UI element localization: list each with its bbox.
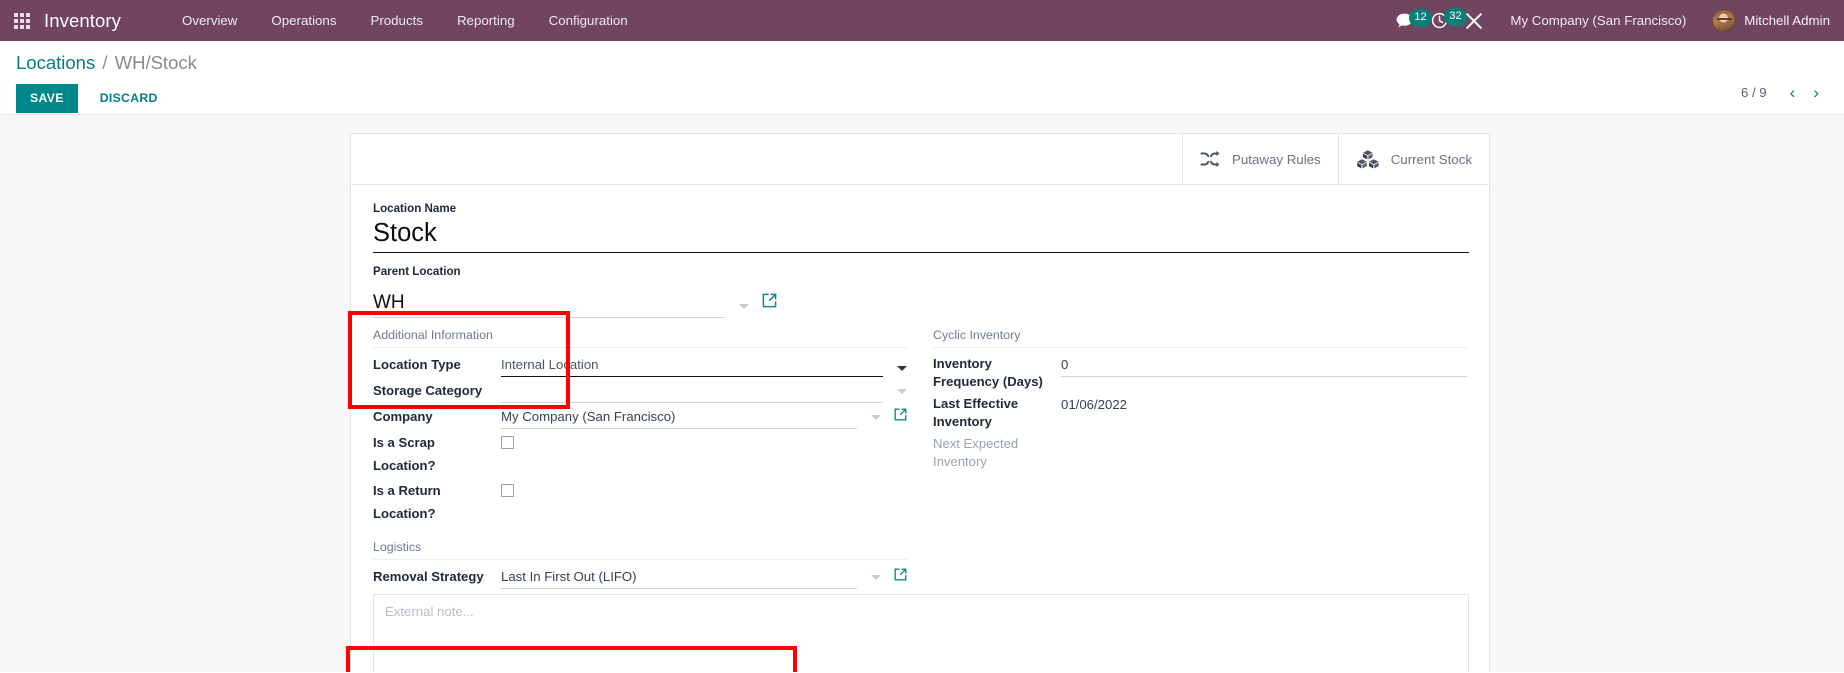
field-row-next-expected-inventory: Next Expected Inventory (933, 432, 1467, 472)
parent-location-row (373, 290, 1467, 318)
field-label: Storage Category (373, 383, 483, 398)
group-title: Additional Information (373, 328, 907, 348)
chevron-right-icon[interactable]: › (1804, 82, 1828, 103)
field-row-storage-category: Storage Category (373, 378, 907, 404)
chevron-left-icon[interactable]: ‹ (1781, 82, 1805, 103)
field-label: Removal Strategy (373, 569, 484, 584)
group-title: Cyclic Inventory (933, 328, 1467, 348)
activities-count-badge: 32 (1444, 8, 1467, 26)
save-button[interactable]: SAVE (16, 84, 78, 113)
last-effective-inventory-value: 01/06/2022 (1061, 397, 1128, 412)
external-link-icon[interactable] (762, 293, 777, 313)
shuffle-icon (1200, 150, 1221, 168)
group-row-2: Logistics Removal Strategy (351, 526, 1489, 590)
external-link-icon[interactable] (894, 408, 907, 426)
chevron-down-icon[interactable] (739, 304, 749, 309)
field-label: Location Type (373, 357, 461, 372)
field-label: Is a Return Location? (373, 483, 441, 521)
menu-item-configuration[interactable]: Configuration (532, 0, 645, 41)
breadcrumb: Locations / WH/Stock (16, 50, 1828, 76)
storage-category-input[interactable] (501, 379, 883, 403)
stat-button-current-stock[interactable]: Current Stock (1337, 134, 1489, 184)
is-scrap-location-checkbox[interactable] (501, 436, 514, 449)
field-row-company: Company (373, 404, 907, 430)
group-logistics: Logistics Removal Strategy (373, 540, 907, 590)
external-link-icon[interactable] (894, 568, 907, 586)
app-brand-inventory[interactable]: Inventory (44, 10, 121, 32)
external-note-input[interactable]: External note... (373, 594, 1469, 672)
record-actions: SAVE DISCARD (16, 84, 1828, 113)
developer-tools-menu[interactable] (1466, 12, 1483, 29)
chevron-down-icon[interactable] (897, 366, 907, 371)
chevron-down-icon[interactable] (871, 575, 881, 580)
field-label: Company (373, 409, 433, 424)
messages-count-badge: 12 (1409, 9, 1432, 27)
chevron-down-icon[interactable] (871, 415, 881, 420)
messages-menu[interactable]: 12 (1396, 9, 1432, 28)
location-type-select[interactable] (501, 353, 883, 377)
control-panel: Locations / WH/Stock SAVE DISCARD 6 / 9 … (0, 41, 1844, 115)
top-navbar: Inventory Overview Operations Products R… (0, 0, 1844, 41)
stat-button-putaway-rules[interactable]: Putaway Rules (1182, 134, 1338, 184)
field-label: Is a Scrap Location? (373, 435, 436, 473)
breadcrumb-separator: / (102, 52, 108, 73)
menu-item-overview[interactable]: Overview (165, 0, 254, 41)
field-row-inventory-frequency: Inventory Frequency (Days) (933, 352, 1467, 392)
menu-item-products[interactable]: Products (353, 0, 439, 41)
avatar (1712, 9, 1736, 32)
group-cyclic-inventory: Cyclic Inventory Inventory Frequency (Da… (933, 328, 1467, 526)
parent-location-input[interactable] (373, 290, 725, 318)
breadcrumb-item-locations[interactable]: Locations (16, 52, 95, 73)
form-sheet: Putaway Rules Current Stock Location Nam… (350, 133, 1490, 672)
company-input[interactable] (501, 405, 857, 429)
field-label: Inventory Frequency (Days) (933, 356, 1043, 389)
title-zone: Location Name Parent Location (351, 185, 1489, 322)
location-name-label: Location Name (373, 202, 457, 215)
menu-item-operations[interactable]: Operations (254, 0, 353, 41)
user-menu[interactable]: Mitchell Admin (1712, 9, 1830, 32)
wrench-tools-icon (1466, 12, 1483, 29)
note-zone: External note... (351, 590, 1489, 672)
group-logistics-spacer (933, 540, 1467, 590)
menu-item-reporting[interactable]: Reporting (440, 0, 532, 41)
record-pager: 6 / 9 ‹ › (1741, 82, 1828, 103)
company-switcher[interactable]: My Company (San Francisco) (1510, 13, 1686, 28)
field-row-location-type: Location Type (373, 352, 907, 378)
stat-button-label: Current Stock (1390, 151, 1472, 167)
main-menu: Overview Operations Products Reporting C… (165, 0, 645, 41)
field-label: Next Expected Inventory (933, 436, 1019, 469)
field-row-is-return-location: Is a Return Location? (373, 478, 907, 526)
field-row-removal-strategy: Removal Strategy (373, 564, 907, 590)
navbar-right-tools: 12 32 My Company (San Francisco) Mitchel… (1396, 0, 1844, 41)
parent-location-label: Parent Location (373, 265, 461, 278)
location-name-input[interactable] (373, 217, 1469, 253)
group-title: Logistics (373, 540, 907, 560)
form-view: Putaway Rules Current Stock Location Nam… (0, 115, 1844, 672)
discard-button[interactable]: DISCARD (86, 84, 172, 113)
apps-grid-icon[interactable] (0, 0, 44, 41)
group-row-1: Additional Information Location Type Sto… (351, 322, 1489, 526)
boxes-stack-icon (1356, 149, 1380, 169)
user-name-label: Mitchell Admin (1744, 13, 1830, 28)
field-row-last-effective-inventory: Last Effective Inventory 01/06/2022 (933, 392, 1467, 432)
stat-button-label: Putaway Rules (1232, 151, 1321, 167)
pager-count-label: 6 / 9 (1740, 85, 1767, 100)
is-return-location-checkbox[interactable] (501, 484, 514, 497)
field-row-is-scrap-location: Is a Scrap Location? (373, 430, 907, 478)
field-label: Last Effective Inventory (933, 396, 1019, 429)
activities-menu[interactable]: 32 (1431, 8, 1467, 29)
stat-button-box: Putaway Rules Current Stock (351, 134, 1489, 185)
removal-strategy-input[interactable] (501, 565, 857, 589)
chevron-down-icon[interactable] (897, 389, 907, 394)
group-additional-information: Additional Information Location Type Sto… (373, 328, 907, 526)
breadcrumb-item-current: WH/Stock (114, 52, 197, 73)
inventory-frequency-input[interactable] (1061, 353, 1467, 377)
